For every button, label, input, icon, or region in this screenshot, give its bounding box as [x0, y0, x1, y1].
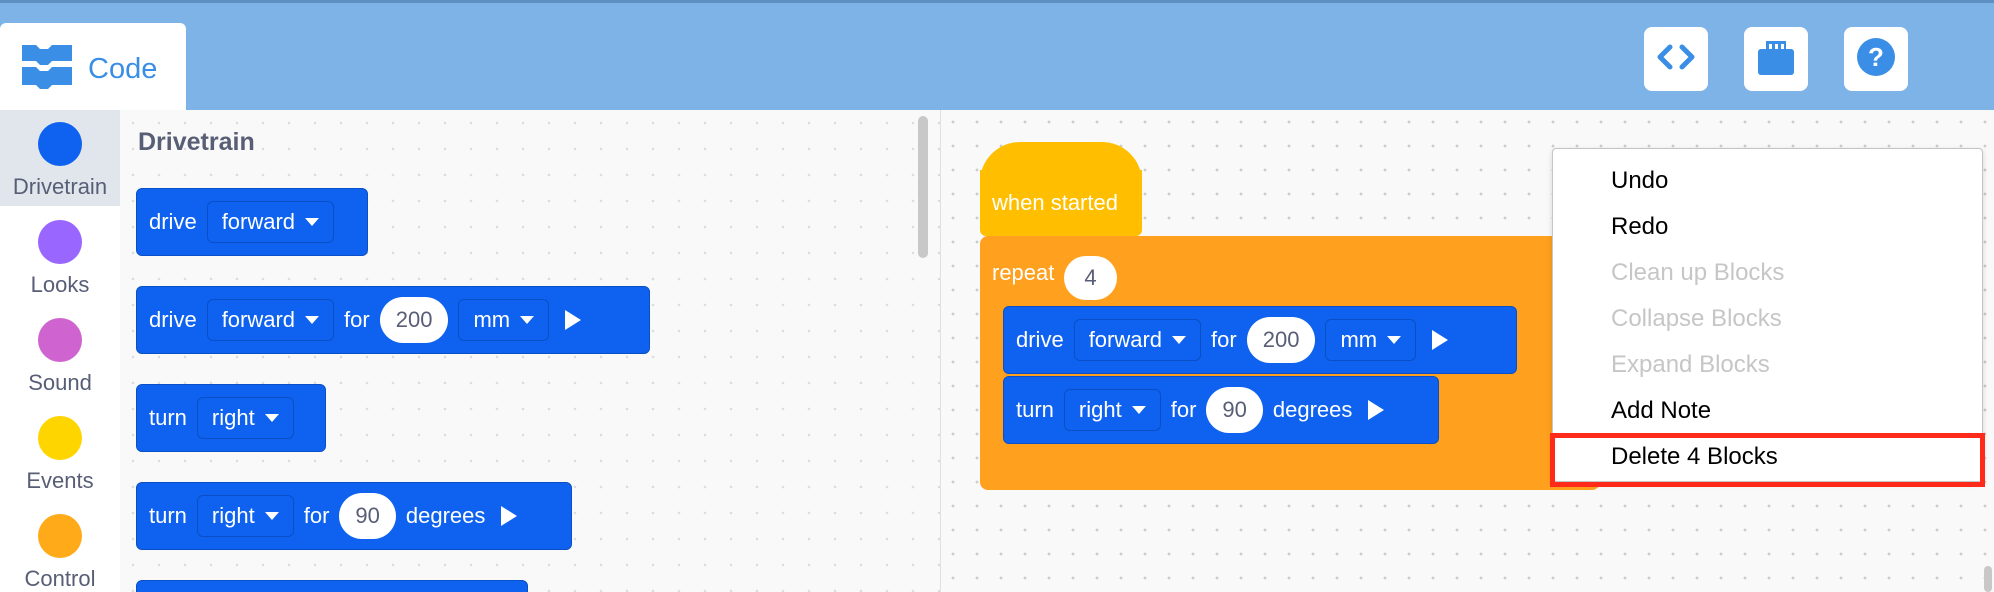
when-started-hat-cap [980, 142, 1142, 182]
dropdown-arrow-icon [1172, 336, 1187, 344]
block-palette: Drivetrain drive forward drive forward f… [120, 110, 940, 592]
unit-dropdown[interactable]: mm [1325, 319, 1417, 361]
menu-item-collapse: Collapse Blocks [1611, 305, 1782, 332]
code-tab[interactable]: Code [0, 23, 186, 115]
block-text: for [1211, 327, 1237, 352]
category-sidebar: Drivetrain Looks Sound Events Control [0, 110, 120, 592]
top-toolbar: Code ? [0, 0, 1994, 115]
category-sound[interactable]: Sound [0, 306, 120, 402]
brain-device-icon [1756, 37, 1796, 82]
block-text: drive [149, 307, 197, 332]
direction-dropdown[interactable]: right [196, 495, 294, 537]
menu-item-expand: Expand Blocks [1611, 351, 1770, 378]
direction-dropdown[interactable]: right [196, 397, 294, 439]
dropdown-value: mm [473, 307, 511, 332]
block-text: degrees [1272, 397, 1353, 422]
distance-input[interactable]: 200 [1246, 317, 1316, 363]
play-icon [565, 310, 582, 330]
direction-dropdown[interactable]: forward [206, 201, 335, 243]
dropdown-arrow-icon [264, 414, 279, 422]
play-icon [1368, 400, 1385, 420]
dropdown-arrow-icon [520, 316, 535, 324]
palette-scrollbar[interactable] [918, 116, 928, 258]
dropdown-arrow-icon [264, 512, 279, 520]
help-button[interactable]: ? [1844, 27, 1908, 91]
events-color-icon [38, 416, 82, 460]
dropdown-value: forward [221, 307, 296, 332]
block-text: for [1170, 397, 1197, 422]
code-blocks-icon [18, 41, 76, 98]
dropdown-arrow-icon [305, 218, 320, 226]
palette-title: Drivetrain [138, 128, 255, 156]
direction-dropdown[interactable]: forward [206, 299, 335, 341]
control-color-icon [38, 514, 82, 558]
direction-dropdown[interactable]: right [1063, 389, 1161, 431]
block-text: drive [1016, 327, 1064, 352]
category-drivetrain[interactable]: Drivetrain [0, 110, 120, 206]
category-label: Control [24, 566, 96, 591]
code-view-button[interactable] [1644, 27, 1708, 91]
block-text: turn [149, 503, 187, 528]
dropdown-value: right [211, 405, 255, 430]
palette-partial-block[interactable] [136, 580, 528, 592]
direction-dropdown[interactable]: forward [1073, 319, 1202, 361]
palette-turn-block[interactable]: turn right [136, 384, 326, 452]
dropdown-arrow-icon [305, 316, 320, 324]
dropdown-value: forward [1088, 327, 1163, 352]
category-label: Looks [30, 272, 90, 297]
palette-drive-block[interactable]: drive forward [136, 188, 368, 256]
palette-drive-for-block[interactable]: drive forward for 200 mm [136, 286, 650, 354]
category-looks[interactable]: Looks [0, 208, 120, 304]
block-text: for [303, 503, 330, 528]
distance-input[interactable]: 200 [379, 297, 449, 343]
svg-text:?: ? [1868, 42, 1884, 72]
block-text: turn [1016, 397, 1054, 422]
dropdown-value: right [1078, 397, 1122, 422]
repeat-count-input[interactable]: 4 [1064, 256, 1117, 300]
workspace-drive-block[interactable]: drive forward for 200 mm [1003, 306, 1517, 374]
category-control[interactable]: Control [0, 502, 120, 592]
help-icon: ? [1856, 37, 1896, 82]
drivetrain-color-icon [38, 122, 82, 166]
workspace-scrollbar[interactable] [1984, 566, 1992, 592]
menu-item-clean-up: Clean up Blocks [1611, 259, 1785, 286]
category-label: Events [26, 468, 94, 493]
looks-color-icon [38, 220, 82, 264]
play-icon [1432, 330, 1449, 350]
category-label: Drivetrain [12, 174, 108, 199]
block-text: repeat [992, 260, 1055, 285]
block-text: for [344, 307, 370, 332]
menu-item-redo[interactable]: Redo [1611, 213, 1668, 241]
code-brackets-icon [1656, 42, 1696, 77]
category-events[interactable]: Events [0, 404, 120, 500]
dropdown-value: forward [221, 209, 296, 234]
block-text: turn [149, 405, 187, 430]
angle-input[interactable]: 90 [339, 493, 396, 539]
delete-highlight-box [1550, 433, 1985, 487]
block-text: when started [992, 190, 1118, 215]
category-label: Sound [28, 370, 92, 395]
palette-turn-for-block[interactable]: turn right for 90 degrees [136, 482, 572, 550]
workspace-turn-block[interactable]: turn right for 90 degrees [1003, 376, 1439, 444]
context-menu: Undo Redo Clean up Blocks Collapse Block… [1552, 148, 1983, 482]
block-text: drive [149, 209, 197, 234]
code-tab-label: Code [88, 52, 158, 85]
sound-color-icon [38, 318, 82, 362]
dropdown-arrow-icon [1131, 406, 1146, 414]
unit-dropdown[interactable]: mm [458, 299, 550, 341]
menu-item-add-note[interactable]: Add Note [1611, 397, 1711, 425]
dropdown-value: right [211, 503, 255, 528]
dropdown-value: mm [1340, 327, 1378, 352]
play-icon [501, 506, 518, 526]
menu-item-undo[interactable]: Undo [1611, 167, 1668, 195]
dropdown-arrow-icon [1387, 336, 1402, 344]
angle-input[interactable]: 90 [1206, 387, 1263, 433]
block-text: degrees [405, 503, 486, 528]
device-button[interactable] [1744, 27, 1808, 91]
